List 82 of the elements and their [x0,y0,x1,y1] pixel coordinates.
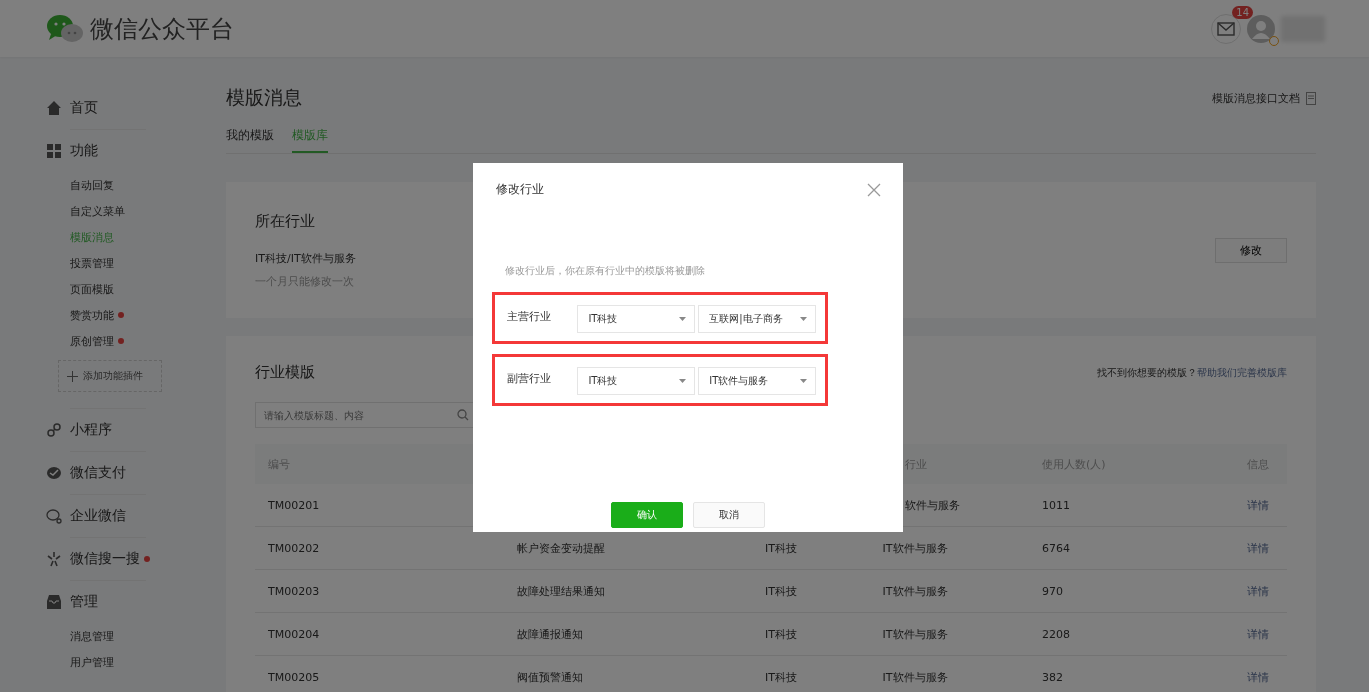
nav-subitem[interactable]: 自动回复 [70,177,114,193]
caret-icon [800,379,807,383]
tab[interactable]: 我的模版 [226,123,274,153]
link-icon [46,422,62,438]
page-title: 模版消息 [226,85,302,110]
modal-title: 修改行业 [496,181,544,198]
table-cell: IT软件与服务 [882,627,948,641]
card-title: 所在行业 [255,211,316,231]
table-cell-text: TM00201 [268,498,321,512]
cancel-button[interactable]: 取消 [693,502,765,528]
nav-item[interactable]: 微信搜一搜 [70,550,140,568]
table-cell: 帐户资金变动提醒 [517,541,605,555]
avatar[interactable] [1247,14,1275,43]
table-cell-text: 1011 [1041,498,1071,512]
sparkle-icon [46,551,62,567]
help-text: 找不到你想要的模版？ [1097,366,1197,378]
help-link[interactable]: 帮助我们完善模版库 [1197,366,1287,378]
chat-bubbles-logo-icon [46,13,84,44]
dropdown[interactable]: IT软件与服务 [698,367,816,395]
table-cell-text: 2208 [1041,627,1071,641]
table-cell-text: TM00204 [268,627,321,641]
dropdown[interactable]: IT科技 [577,367,696,395]
table-cell-text: 382 [1041,670,1064,684]
nav-subitem[interactable]: 投票管理 [70,255,114,271]
confirm-button[interactable]: 确认 [611,502,683,528]
warning-text: 修改行业后，你在原有行业中的模版将被删除 [505,264,706,278]
table-cell-text: 970 [1041,584,1064,598]
dropdown[interactable]: IT科技 [577,305,696,333]
card-title: 行业模版 [255,363,315,382]
table-cell-text: 6764 [1041,541,1071,555]
grid-icon [46,143,62,159]
nav-subitem[interactable]: 赞赏功能 [70,307,114,323]
table-cell: IT软件与服务 [882,584,948,598]
table-cell-text: 软件与服务 [903,498,960,512]
table-cell: IT科技 [765,584,797,598]
logo-text: 微信公众平台 [90,13,234,45]
nav-subitem[interactable]: 页面模版 [70,281,114,297]
nav-item[interactable]: 企业微信 [70,507,126,525]
details-link[interactable]: 详情 [1247,627,1270,641]
chat-icon [46,508,62,524]
table-cell: 故障通报通知 [517,627,583,641]
nav-subitem[interactable]: 消息管理 [70,628,114,644]
search-icon [457,409,469,421]
details-link[interactable]: 详情 [1247,541,1270,555]
details-link[interactable]: 详情 [1247,584,1270,598]
table-cell: IT科技 [765,670,797,684]
doc-link[interactable]: 模版消息接口文档 [1212,90,1316,106]
edit-button[interactable]: 修改 [1215,237,1287,263]
home-icon [46,100,62,116]
table-cell: 故障处理结果通知 [517,584,605,598]
table-cell: IT科技 [765,541,797,555]
nav-subitem[interactable]: 自定义菜单 [70,203,125,219]
table-cell-text: TM00205 [268,670,321,684]
verified-icon [1269,35,1279,46]
close-icon[interactable] [867,182,881,197]
nav-item[interactable]: 管理 [70,593,98,611]
nav-item[interactable]: 小程序 [70,421,112,439]
table-cell-text: TM00203 [268,584,321,598]
nav-item[interactable]: 功能 [70,142,98,160]
mail-icon [1217,21,1235,36]
table-cell: IT软件与服务 [882,541,948,555]
nav-item[interactable]: 微信支付 [70,464,126,482]
add-plugin-button[interactable]: 添加功能插件 [58,360,162,392]
table-cell-text: TM00202 [268,541,321,555]
document-icon [1306,91,1316,105]
field-label: 主营行业 [507,309,552,324]
details-link[interactable]: 详情 [1247,498,1270,512]
nav-item[interactable]: 首页 [70,99,98,117]
table-cell: IT科技 [765,627,797,641]
caret-icon [679,379,687,383]
industry-value: IT科技/IT软件与服务 [255,250,356,266]
plus-icon [67,370,78,382]
nav-subitem[interactable]: 用户管理 [70,654,114,670]
notification-badge: 14 [1232,5,1253,19]
nav-subitem[interactable]: 原创管理 [70,333,114,349]
field-label: 副营行业 [507,371,552,386]
table-cell: IT软件与服务 [882,670,948,684]
details-link[interactable]: 详情 [1247,670,1270,684]
dropdown[interactable]: 互联网|电子商务 [698,305,816,333]
table-cell: 阀值预警通知 [517,670,583,684]
inbox-icon [46,594,62,610]
search-field[interactable]: 请输入模版标题、内容 [255,402,475,428]
